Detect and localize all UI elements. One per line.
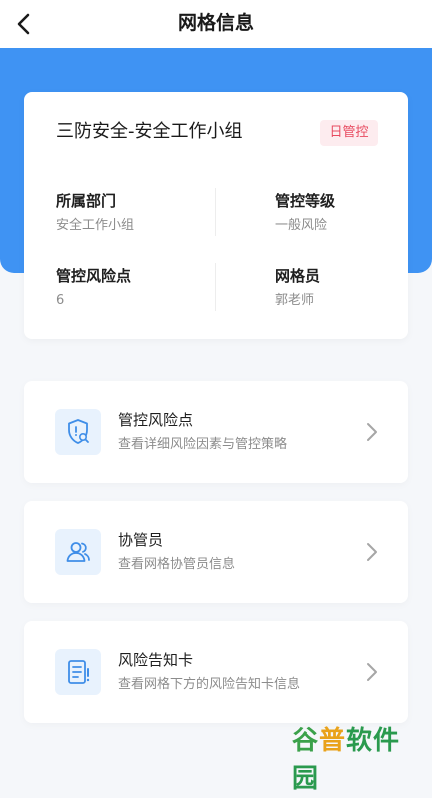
menu-icon-container xyxy=(55,529,101,575)
watermark-text: 谷 xyxy=(292,726,320,756)
risk-points-value: 6 xyxy=(56,293,65,308)
menu-description: 查看详细风险因素与管控策略 xyxy=(118,437,288,452)
menu-item-risk-notice-card[interactable]: 风险告知卡 查看网格下方的风险告知卡信息 xyxy=(24,621,408,723)
menu-item-risk-points[interactable]: 管控风险点 查看详细风险因素与管控策略 xyxy=(24,381,408,483)
control-level-value: 一般风险 xyxy=(275,218,328,233)
shield-search-icon xyxy=(68,419,89,444)
risk-points-label: 管控风险点 xyxy=(56,267,132,285)
page-title: 网格信息 xyxy=(177,12,254,34)
grid-name: 三防安全-安全工作小组 xyxy=(56,121,243,142)
control-type-badge: 日管控 xyxy=(320,120,378,146)
grid-member-value: 郭老师 xyxy=(275,293,315,308)
department-value: 安全工作小组 xyxy=(56,218,135,233)
department-label: 所属部门 xyxy=(56,192,117,210)
navigation-bar: 网格信息 xyxy=(0,0,432,48)
menu-icon-container xyxy=(55,649,101,695)
control-level-label: 管控等级 xyxy=(275,192,336,210)
watermark-logo: 谷普软件园 xyxy=(292,722,422,794)
notice-card-icon xyxy=(68,660,90,684)
menu-description: 查看网格协管员信息 xyxy=(118,557,236,572)
field-divider xyxy=(215,263,216,311)
menu-description: 查看网格下方的风险告知卡信息 xyxy=(118,677,301,692)
watermark-text: 普 xyxy=(319,726,347,756)
chevron-right-icon xyxy=(367,423,377,441)
menu-title: 协管员 xyxy=(118,531,164,549)
chevron-right-icon xyxy=(367,663,377,681)
menu-title: 管控风险点 xyxy=(118,411,194,429)
menu-item-co-managers[interactable]: 协管员 查看网格协管员信息 xyxy=(24,501,408,603)
field-divider xyxy=(215,188,216,236)
menu-icon-container xyxy=(55,409,101,455)
users-icon xyxy=(66,542,90,562)
grid-member-label: 网格员 xyxy=(275,267,321,285)
menu-title: 风险告知卡 xyxy=(118,651,194,669)
chevron-right-icon xyxy=(367,543,377,561)
